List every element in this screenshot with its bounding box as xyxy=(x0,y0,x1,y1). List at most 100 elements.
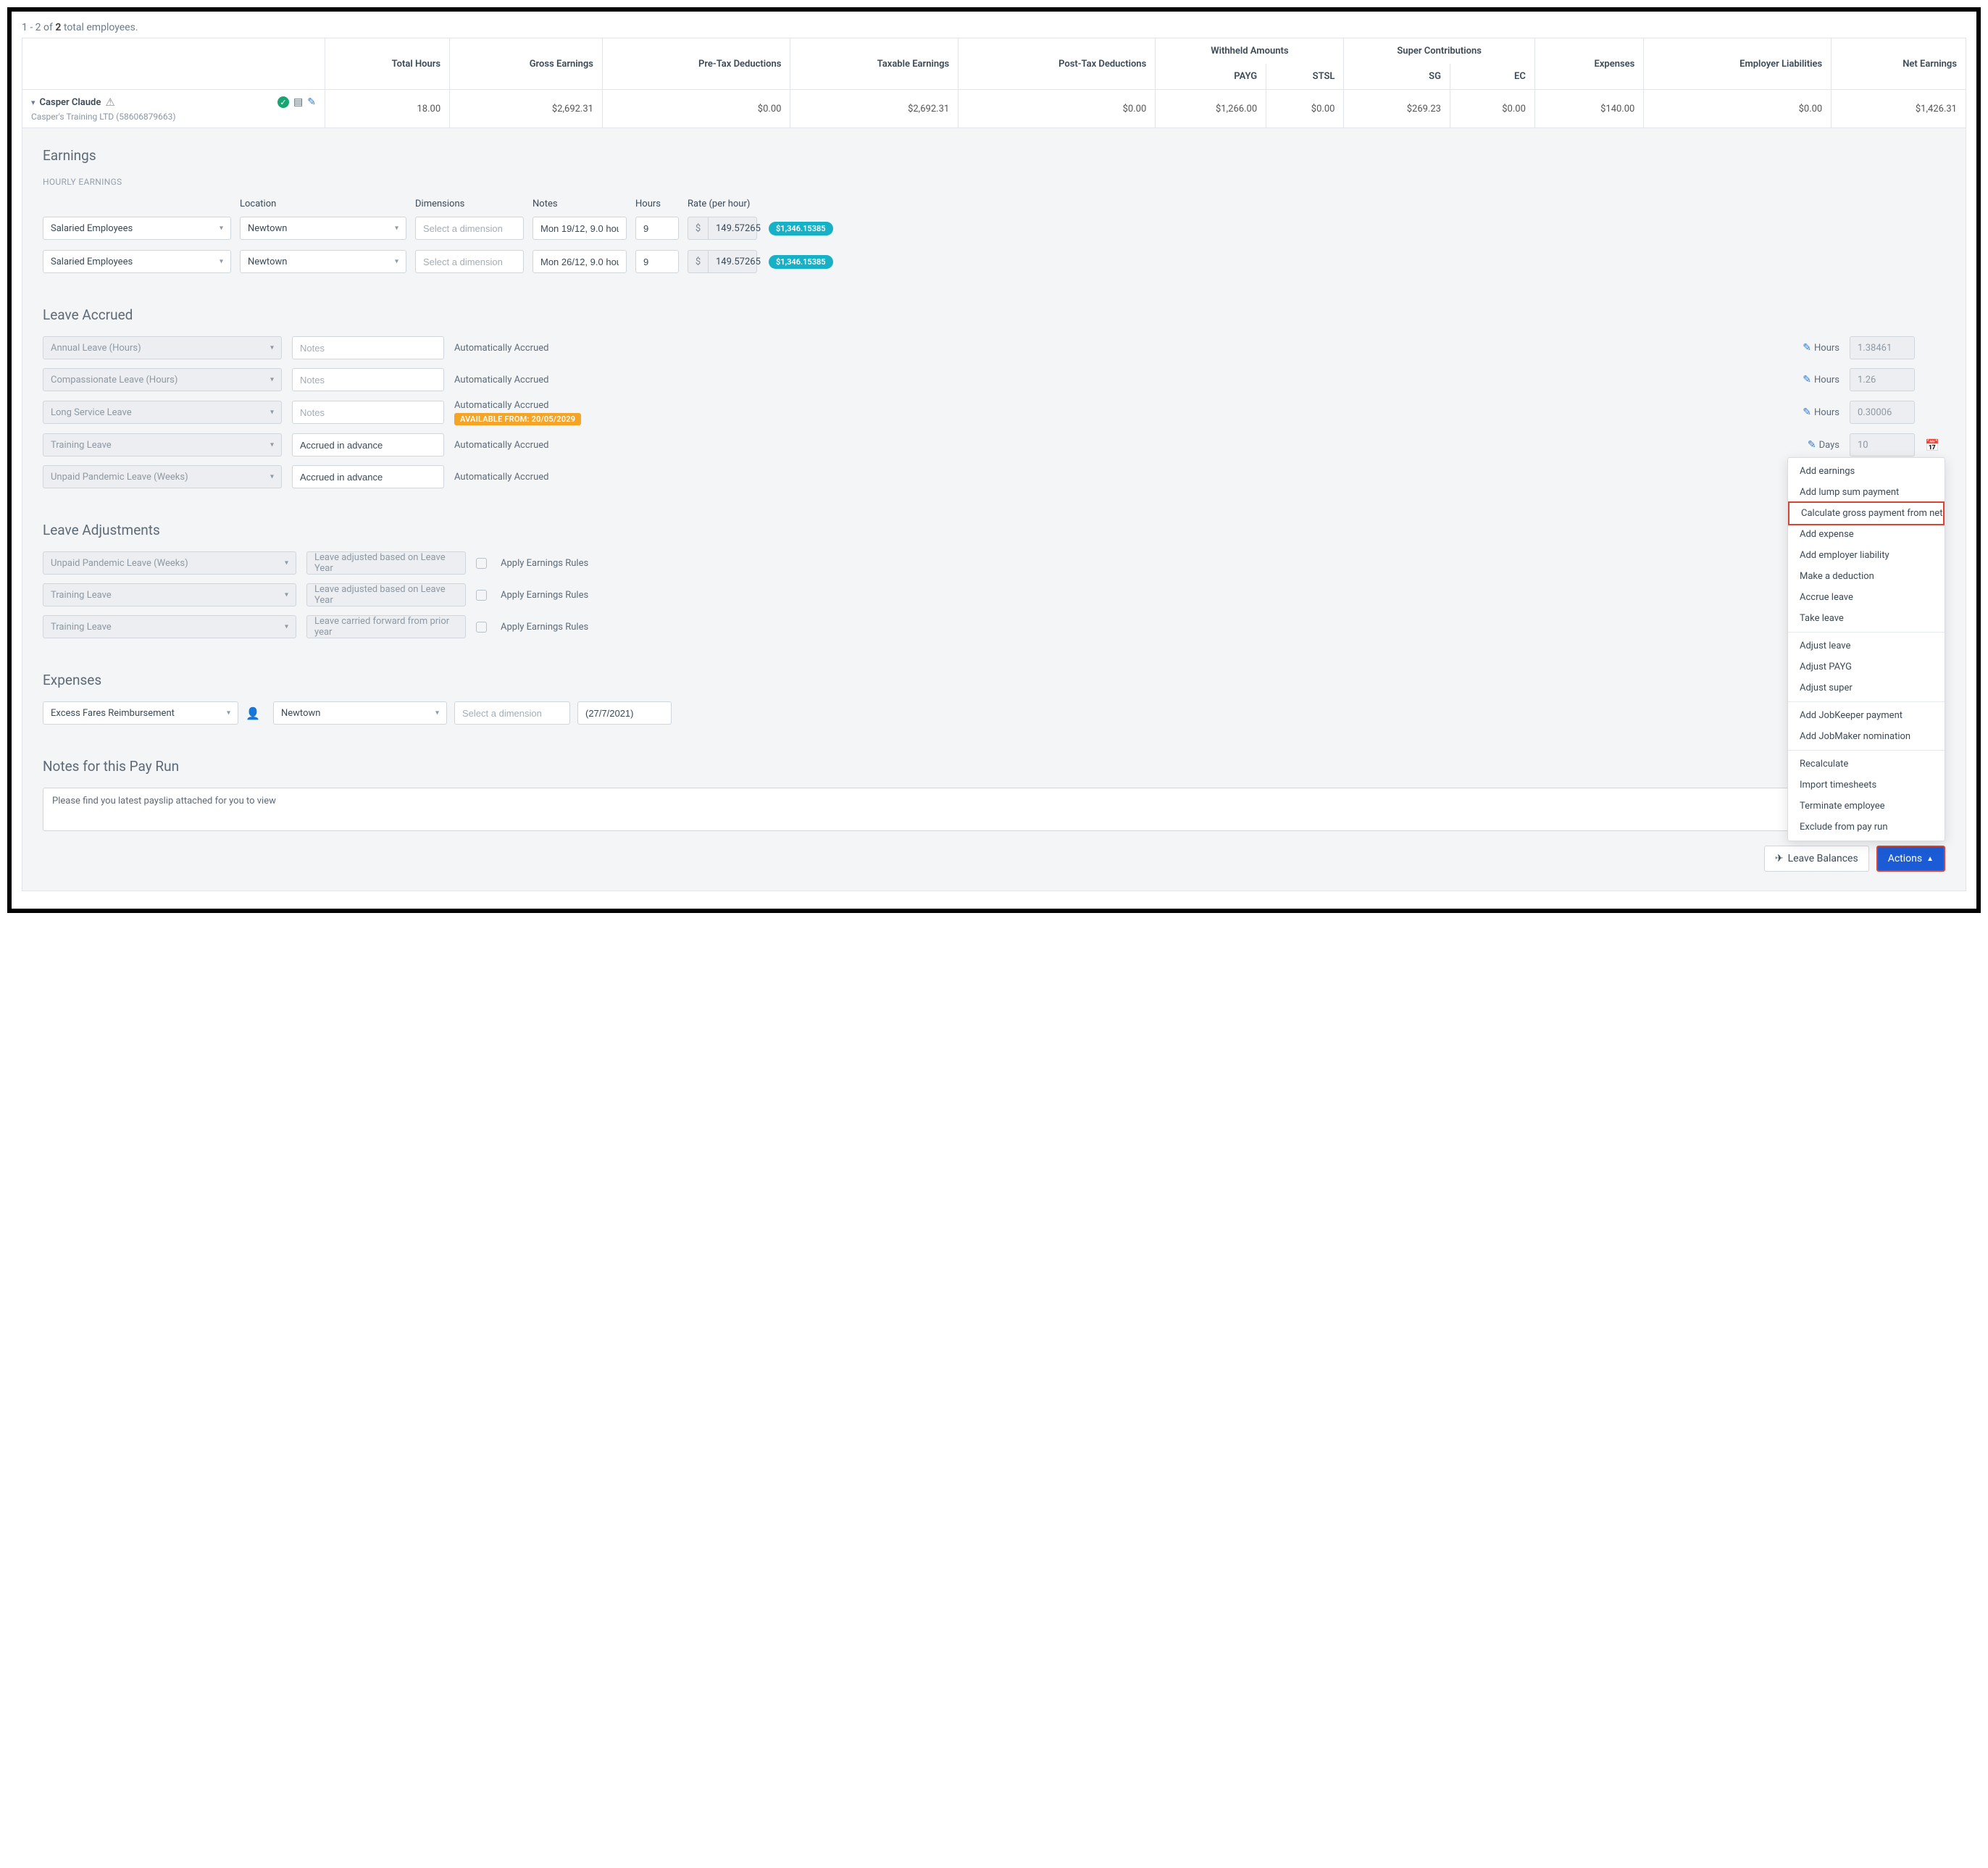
menu-item[interactable]: Add earnings xyxy=(1788,461,1945,482)
leave-type-select: Annual Leave (Hours)▾ xyxy=(43,336,282,359)
menu-item[interactable]: Adjust PAYG xyxy=(1788,656,1945,677)
earnings-hours-field[interactable] xyxy=(643,257,671,267)
actions-button[interactable]: Actions ▲ xyxy=(1876,846,1945,872)
menu-item[interactable]: Recalculate xyxy=(1788,754,1945,775)
earnings-notes-input[interactable] xyxy=(532,250,627,273)
leave-notes-input[interactable] xyxy=(292,465,444,488)
edit-icon[interactable]: ✎ xyxy=(1803,342,1811,354)
menu-item[interactable]: Accrue leave xyxy=(1788,587,1945,608)
earnings-notes-field[interactable] xyxy=(540,257,619,267)
leave-notes-input[interactable] xyxy=(292,368,444,391)
leave-notes-input[interactable] xyxy=(292,433,444,456)
leave-notes-field[interactable] xyxy=(300,440,436,451)
expense-dimension-input[interactable] xyxy=(454,701,570,725)
earnings-category-select[interactable]: Salaried Employees▾ xyxy=(43,250,231,273)
menu-item[interactable]: Add expense xyxy=(1788,524,1945,545)
expense-category-select[interactable]: Excess Fares Reimbursement▾ xyxy=(43,701,238,725)
leave-balances-button[interactable]: ✈ Leave Balances xyxy=(1764,846,1869,872)
auto-accrued-text: Automatically Accrued xyxy=(454,375,592,385)
edit-icon[interactable]: ✎ xyxy=(1808,439,1816,451)
edit-icon[interactable]: ✎ xyxy=(1803,374,1811,385)
menu-item[interactable]: Add employer liability xyxy=(1788,545,1945,566)
earnings-location-select[interactable]: Newtown▾ xyxy=(240,217,406,240)
earnings-notes-field[interactable] xyxy=(540,223,619,234)
leave-value-input: 1.26 xyxy=(1850,368,1915,391)
menu-item[interactable]: Calculate gross payment from net xyxy=(1788,501,1945,525)
edit-icon[interactable]: ✎ xyxy=(307,96,316,108)
earnings-category-select[interactable]: Salaried Employees▾ xyxy=(43,217,231,240)
calendar-icon[interactable]: 📅 xyxy=(1925,438,1939,452)
employee-name: Casper Claude xyxy=(40,97,101,108)
triangle-up-icon: ▲ xyxy=(1926,855,1934,863)
expense-category-value: Excess Fares Reimbursement xyxy=(51,708,175,719)
earnings-dimension-field[interactable] xyxy=(423,257,516,267)
earnings-hours-input[interactable] xyxy=(635,250,679,273)
earnings-category-value: Salaried Employees xyxy=(51,257,133,267)
earnings-dimension-input[interactable] xyxy=(415,217,524,240)
leave-notes-field[interactable] xyxy=(300,343,436,354)
notes-heading: Notes for this Pay Run xyxy=(43,758,1945,775)
leave-value: 1.38461 xyxy=(1858,343,1892,354)
payrun-notes-input[interactable] xyxy=(43,788,1945,831)
menu-item[interactable]: Adjust super xyxy=(1788,677,1945,699)
edit-icon[interactable]: ✎ xyxy=(1803,406,1811,418)
menu-item[interactable]: Add JobMaker nomination xyxy=(1788,726,1945,747)
earnings-dimension-field[interactable] xyxy=(423,223,516,234)
apply-rules-checkbox[interactable] xyxy=(476,622,487,633)
warning-icon: ⚠ xyxy=(105,96,114,109)
earnings-notes-input[interactable] xyxy=(532,217,627,240)
list-icon[interactable]: ▤ xyxy=(293,96,303,108)
col-super: Super Contributions xyxy=(1344,38,1534,64)
apply-rules-label: Apply Earnings Rules xyxy=(501,558,646,569)
auto-accrued-text: Automatically Accrued xyxy=(454,343,592,354)
menu-item[interactable]: Add JobKeeper payment xyxy=(1788,705,1945,726)
menu-item[interactable]: Terminate employee xyxy=(1788,796,1945,817)
expense-dimension-field[interactable] xyxy=(462,708,562,719)
employee-company: Casper's Training LTD (58606879663) xyxy=(31,112,316,122)
earnings-total-badge: $1,346.15385 xyxy=(769,222,833,235)
earnings-hours-input[interactable] xyxy=(635,217,679,240)
leave-notes-field[interactable] xyxy=(300,472,436,483)
count-suffix: total employees. xyxy=(61,22,138,33)
leave-notes-field[interactable] xyxy=(300,375,436,385)
menu-item[interactable]: Take leave xyxy=(1788,608,1945,629)
chevron-down-icon: ▾ xyxy=(285,623,288,631)
chevron-down-icon[interactable]: ▾ xyxy=(31,98,36,107)
menu-item[interactable]: Make a deduction xyxy=(1788,566,1945,587)
earnings-dimension-input[interactable] xyxy=(415,250,524,273)
expense-note-field[interactable] xyxy=(585,708,664,719)
col-notes-label: Notes xyxy=(532,199,627,209)
leave-unit-label: Hours xyxy=(1814,407,1839,418)
leave-notes-field[interactable] xyxy=(300,407,436,418)
auto-accrued-text: Automatically Accrued xyxy=(454,400,592,411)
adjust-reason-value: Leave carried forward from prior year xyxy=(314,616,458,638)
employee-row[interactable]: ▾ Casper Claude ⚠ ✓ ▤ ✎ Casper's Trainin… xyxy=(22,90,1966,128)
chevron-down-icon: ▾ xyxy=(395,225,398,233)
adjust-reason-input: Leave adjusted based on Leave Year xyxy=(306,583,466,606)
earnings-hours-field[interactable] xyxy=(643,223,671,234)
apply-rules-checkbox[interactable] xyxy=(476,590,487,601)
menu-item[interactable]: Add lump sum payment xyxy=(1788,482,1945,503)
adjust-type-select: Training Leave▾ xyxy=(43,615,296,638)
leave-type-select: Unpaid Pandemic Leave (Weeks)▾ xyxy=(43,465,282,488)
leave-notes-input[interactable] xyxy=(292,336,444,359)
expense-location-select[interactable]: Newtown▾ xyxy=(273,701,447,725)
cell-pretax: $0.00 xyxy=(602,90,790,128)
menu-item[interactable]: Import timesheets xyxy=(1788,775,1945,796)
leave-accrued-heading: Leave Accrued xyxy=(43,307,1945,323)
menu-item[interactable]: Exclude from pay run xyxy=(1788,817,1945,838)
adjust-reason-input: Leave adjusted based on Leave Year xyxy=(306,551,466,575)
leave-value: 10 xyxy=(1858,440,1868,451)
col-stsl: STSL xyxy=(1266,64,1344,90)
apply-rules-checkbox[interactable] xyxy=(476,558,487,569)
leave-notes-input[interactable] xyxy=(292,401,444,424)
expense-note-input[interactable] xyxy=(577,701,672,725)
cell-gross: $2,692.31 xyxy=(450,90,603,128)
col-withheld: Withheld Amounts xyxy=(1156,38,1344,64)
cell-sg: $269.23 xyxy=(1344,90,1450,128)
menu-item[interactable]: Adjust leave xyxy=(1788,635,1945,656)
cell-stsl: $0.00 xyxy=(1266,90,1344,128)
leave-unit-label: Hours xyxy=(1814,343,1839,354)
col-net: Net Earnings xyxy=(1832,38,1966,90)
earnings-location-select[interactable]: Newtown▾ xyxy=(240,250,406,273)
